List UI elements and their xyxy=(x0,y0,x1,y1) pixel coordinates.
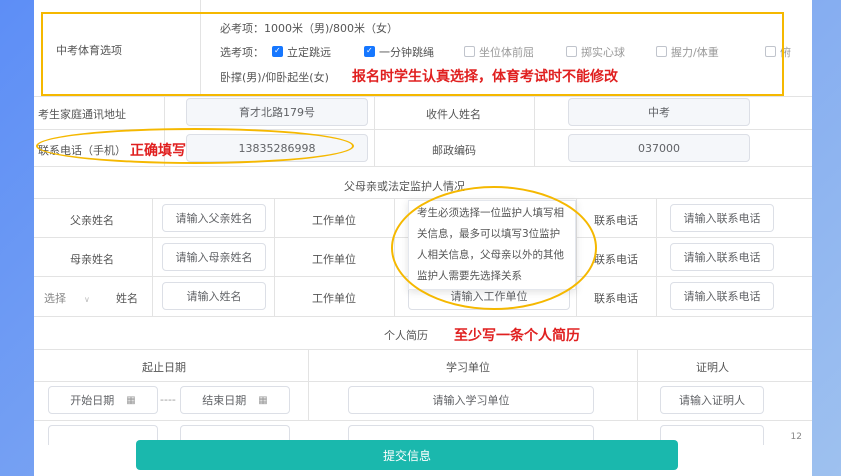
col-divider xyxy=(374,96,375,166)
col-divider xyxy=(637,349,638,420)
father-label: 父亲姓名 xyxy=(70,214,114,227)
col-date-header: 起止日期 xyxy=(142,361,186,374)
guardian-name-input[interactable]: 请输入姓名 xyxy=(162,282,266,310)
row-divider xyxy=(34,198,812,199)
father-phone-input[interactable]: 请输入联系电话 xyxy=(670,204,774,232)
postcode-input[interactable]: 037000 xyxy=(568,134,750,162)
father-name-input[interactable]: 请输入父亲姓名 xyxy=(162,204,266,232)
row-divider xyxy=(34,316,812,317)
date-separator: ---- xyxy=(160,393,176,406)
col-divider xyxy=(656,198,657,316)
guardian-phone-input[interactable]: 请输入联系电话 xyxy=(670,282,774,310)
calendar-icon: ▦ xyxy=(126,394,136,406)
col-divider xyxy=(534,96,535,166)
phone-highlight-ellipse xyxy=(36,128,354,164)
row-divider xyxy=(34,166,812,167)
address-input[interactable]: 育才北路179号 xyxy=(186,98,368,126)
col-divider xyxy=(152,198,153,316)
work-label: 工作单位 xyxy=(312,214,356,227)
col-divider xyxy=(274,198,275,316)
work-label: 工作单位 xyxy=(312,292,356,305)
postcode-label: 邮政编码 xyxy=(432,144,476,157)
relation-select[interactable]: 选择 ∨ xyxy=(44,290,90,306)
school-input[interactable]: 请输入学习单位 xyxy=(348,386,594,414)
end-date-placeholder: 结束日期 xyxy=(202,394,247,407)
recipient-input[interactable]: 中考 xyxy=(568,98,750,126)
page-number: 12 xyxy=(790,432,802,442)
chevron-down-icon: ∨ xyxy=(84,295,90,304)
work-label: 工作单位 xyxy=(312,253,356,266)
row-divider xyxy=(34,349,812,350)
contact-label: 联系电话 xyxy=(594,214,638,227)
calendar-icon: ▦ xyxy=(258,394,268,406)
row-divider xyxy=(34,420,812,421)
relation-select-value: 选择 xyxy=(44,292,66,305)
recipient-label: 收件人姓名 xyxy=(426,108,481,121)
witness-input[interactable]: 请输入证明人 xyxy=(660,386,764,414)
mother-name-input[interactable]: 请输入母亲姓名 xyxy=(162,243,266,271)
resume-section-title: 个人简历 xyxy=(384,329,428,342)
resume-note: 至少写一条个人简历 xyxy=(454,328,580,344)
start-date-input[interactable]: 开始日期 ▦ xyxy=(48,386,158,414)
submit-button[interactable]: 提交信息 xyxy=(136,440,678,470)
tooltip-highlight-ellipse xyxy=(391,186,597,310)
col-divider xyxy=(308,349,309,420)
contact-label: 联系电话 xyxy=(594,253,638,266)
pe-highlight-box xyxy=(41,12,784,96)
contact-label: 联系电话 xyxy=(594,292,638,305)
mother-label: 母亲姓名 xyxy=(70,253,114,266)
guardian-name-label: 姓名 xyxy=(116,292,138,305)
start-date-placeholder: 开始日期 xyxy=(70,394,115,407)
col-school-header: 学习单位 xyxy=(446,361,490,374)
mother-phone-input[interactable]: 请输入联系电话 xyxy=(670,243,774,271)
end-date-input[interactable]: 结束日期 ▦ xyxy=(180,386,290,414)
row-divider xyxy=(34,96,812,97)
form-sheet: 中考体育选项 必考项：1000米（男)/800米（女） 选考项： 立定跳远 一分… xyxy=(34,0,812,476)
row-divider xyxy=(34,381,812,382)
col-witness-header: 证明人 xyxy=(696,361,729,374)
address-label: 考生家庭通讯地址 xyxy=(38,108,126,121)
